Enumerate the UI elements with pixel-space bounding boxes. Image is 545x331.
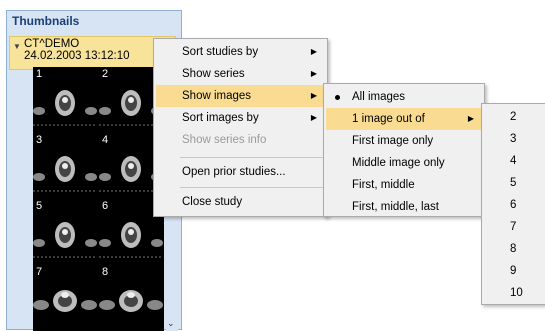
menu-item-label: Sort images by xyxy=(182,112,259,124)
menu-item-2[interactable]: 2 xyxy=(484,106,543,128)
menu-item-sort-studies-by[interactable]: Sort studies by ▶ xyxy=(156,41,325,63)
menu-item-show-series[interactable]: Show series ▶ xyxy=(156,63,325,85)
menu-item-8[interactable]: 8 xyxy=(484,238,543,260)
menu-item-1-image-out-of[interactable]: 1 image out of ▶ xyxy=(326,108,482,130)
menu-item-label: Sort studies by xyxy=(182,46,259,58)
study-context-menu: Sort studies by ▶ Show series ▶ Show ima… xyxy=(153,38,328,217)
menu-item-label: Show series xyxy=(182,68,245,80)
thumbnail-5[interactable]: 5 xyxy=(33,199,97,263)
menu-item-all-images[interactable]: All images xyxy=(326,86,482,108)
menu-item-label: Show series info xyxy=(182,134,267,146)
menu-item-close-study[interactable]: Close study xyxy=(156,191,325,213)
ct-slice-image xyxy=(33,290,97,312)
menu-item-first-middle-last[interactable]: First, middle, last xyxy=(326,196,482,218)
thumbnail-1[interactable]: 1 xyxy=(33,67,97,131)
panel-title: Thumbnails xyxy=(12,14,80,28)
menu-item-label: Show images xyxy=(182,90,252,102)
menu-item-label: First, middle xyxy=(352,179,415,191)
menu-item-label: First, middle, last xyxy=(352,201,439,213)
menu-item-show-images[interactable]: Show images ▶ xyxy=(156,85,325,107)
thumbnail-number: 2 xyxy=(102,68,109,80)
thumbnail-number: 3 xyxy=(36,134,43,146)
menu-item-label: 2 xyxy=(510,111,517,123)
menu-item-label: 3 xyxy=(510,133,517,145)
ct-slice-image xyxy=(33,222,97,258)
menu-item-label: Middle image only xyxy=(352,157,445,169)
menu-item-label: 8 xyxy=(510,243,517,255)
menu-item-label: First image only xyxy=(352,135,434,147)
menu-item-show-series-info: Show series info xyxy=(156,129,325,151)
menu-item-label: 9 xyxy=(510,265,517,277)
menu-item-10[interactable]: 10 xyxy=(484,282,543,304)
menu-item-label: Open prior studies... xyxy=(182,166,286,178)
submenu-arrow-icon: ▶ xyxy=(467,114,474,123)
menu-item-5[interactable]: 5 xyxy=(484,172,543,194)
thumbnail-number: 8 xyxy=(102,266,109,278)
submenu-arrow-icon: ▶ xyxy=(310,91,317,100)
submenu-arrow-icon: ▶ xyxy=(310,113,317,122)
menu-item-first-image-only[interactable]: First image only xyxy=(326,130,482,152)
menu-item-label: 6 xyxy=(510,199,517,211)
selected-bullet-icon xyxy=(335,95,340,100)
menu-item-label: 10 xyxy=(510,287,523,299)
menu-item-label: Close study xyxy=(182,196,243,208)
menu-item-label: All images xyxy=(352,91,406,103)
thumbnail-number: 5 xyxy=(36,200,43,212)
menu-item-middle-image-only[interactable]: Middle image only xyxy=(326,152,482,174)
menu-item-6[interactable]: 6 xyxy=(484,194,543,216)
menu-item-sort-images-by[interactable]: Sort images by ▶ xyxy=(156,107,325,129)
thumbnail-3[interactable]: 3 xyxy=(33,133,97,197)
submenu-arrow-icon: ▶ xyxy=(310,47,317,56)
thumbnail-8[interactable]: 8 xyxy=(99,265,163,329)
menu-separator xyxy=(180,187,323,188)
menu-item-label: 1 image out of xyxy=(352,113,425,125)
ct-slice-image xyxy=(33,90,97,126)
menu-item-first-middle[interactable]: First, middle xyxy=(326,174,482,196)
menu-item-label: 5 xyxy=(510,177,517,189)
study-date: 24.02.2003 13:12:10 xyxy=(24,50,130,62)
scroll-down-arrow-icon[interactable]: ⌄ xyxy=(167,318,175,329)
thumbnail-number: 7 xyxy=(36,266,43,278)
image-out-of-submenu: 2 3 4 5 6 7 8 9 10 xyxy=(481,103,545,305)
menu-item-4[interactable]: 4 xyxy=(484,150,543,172)
thumbnail-7[interactable]: 7 xyxy=(33,265,97,329)
ct-slice-image xyxy=(33,156,97,192)
show-images-submenu: All images 1 image out of ▶ First image … xyxy=(323,83,485,217)
menu-item-open-prior-studies[interactable]: Open prior studies... xyxy=(156,161,325,183)
ct-slice-image xyxy=(99,290,163,312)
thumbnail-number: 6 xyxy=(102,200,109,212)
menu-separator xyxy=(180,157,323,158)
menu-item-label: 4 xyxy=(510,155,517,167)
thumbnail-grid: 1 2 3 4 5 6 7 8 xyxy=(33,67,164,331)
submenu-arrow-icon: ▶ xyxy=(310,69,317,78)
study-header[interactable]: ▼ CT^DEMO 24.02.2003 13:12:10 xyxy=(9,36,176,70)
collapse-arrow-icon[interactable]: ▼ xyxy=(13,42,21,51)
thumbnail-number: 4 xyxy=(102,134,109,146)
menu-item-label: 7 xyxy=(510,221,517,233)
thumbnail-number: 1 xyxy=(36,68,43,80)
menu-item-3[interactable]: 3 xyxy=(484,128,543,150)
menu-item-9[interactable]: 9 xyxy=(484,260,543,282)
menu-item-7[interactable]: 7 xyxy=(484,216,543,238)
study-name: CT^DEMO xyxy=(24,38,80,50)
